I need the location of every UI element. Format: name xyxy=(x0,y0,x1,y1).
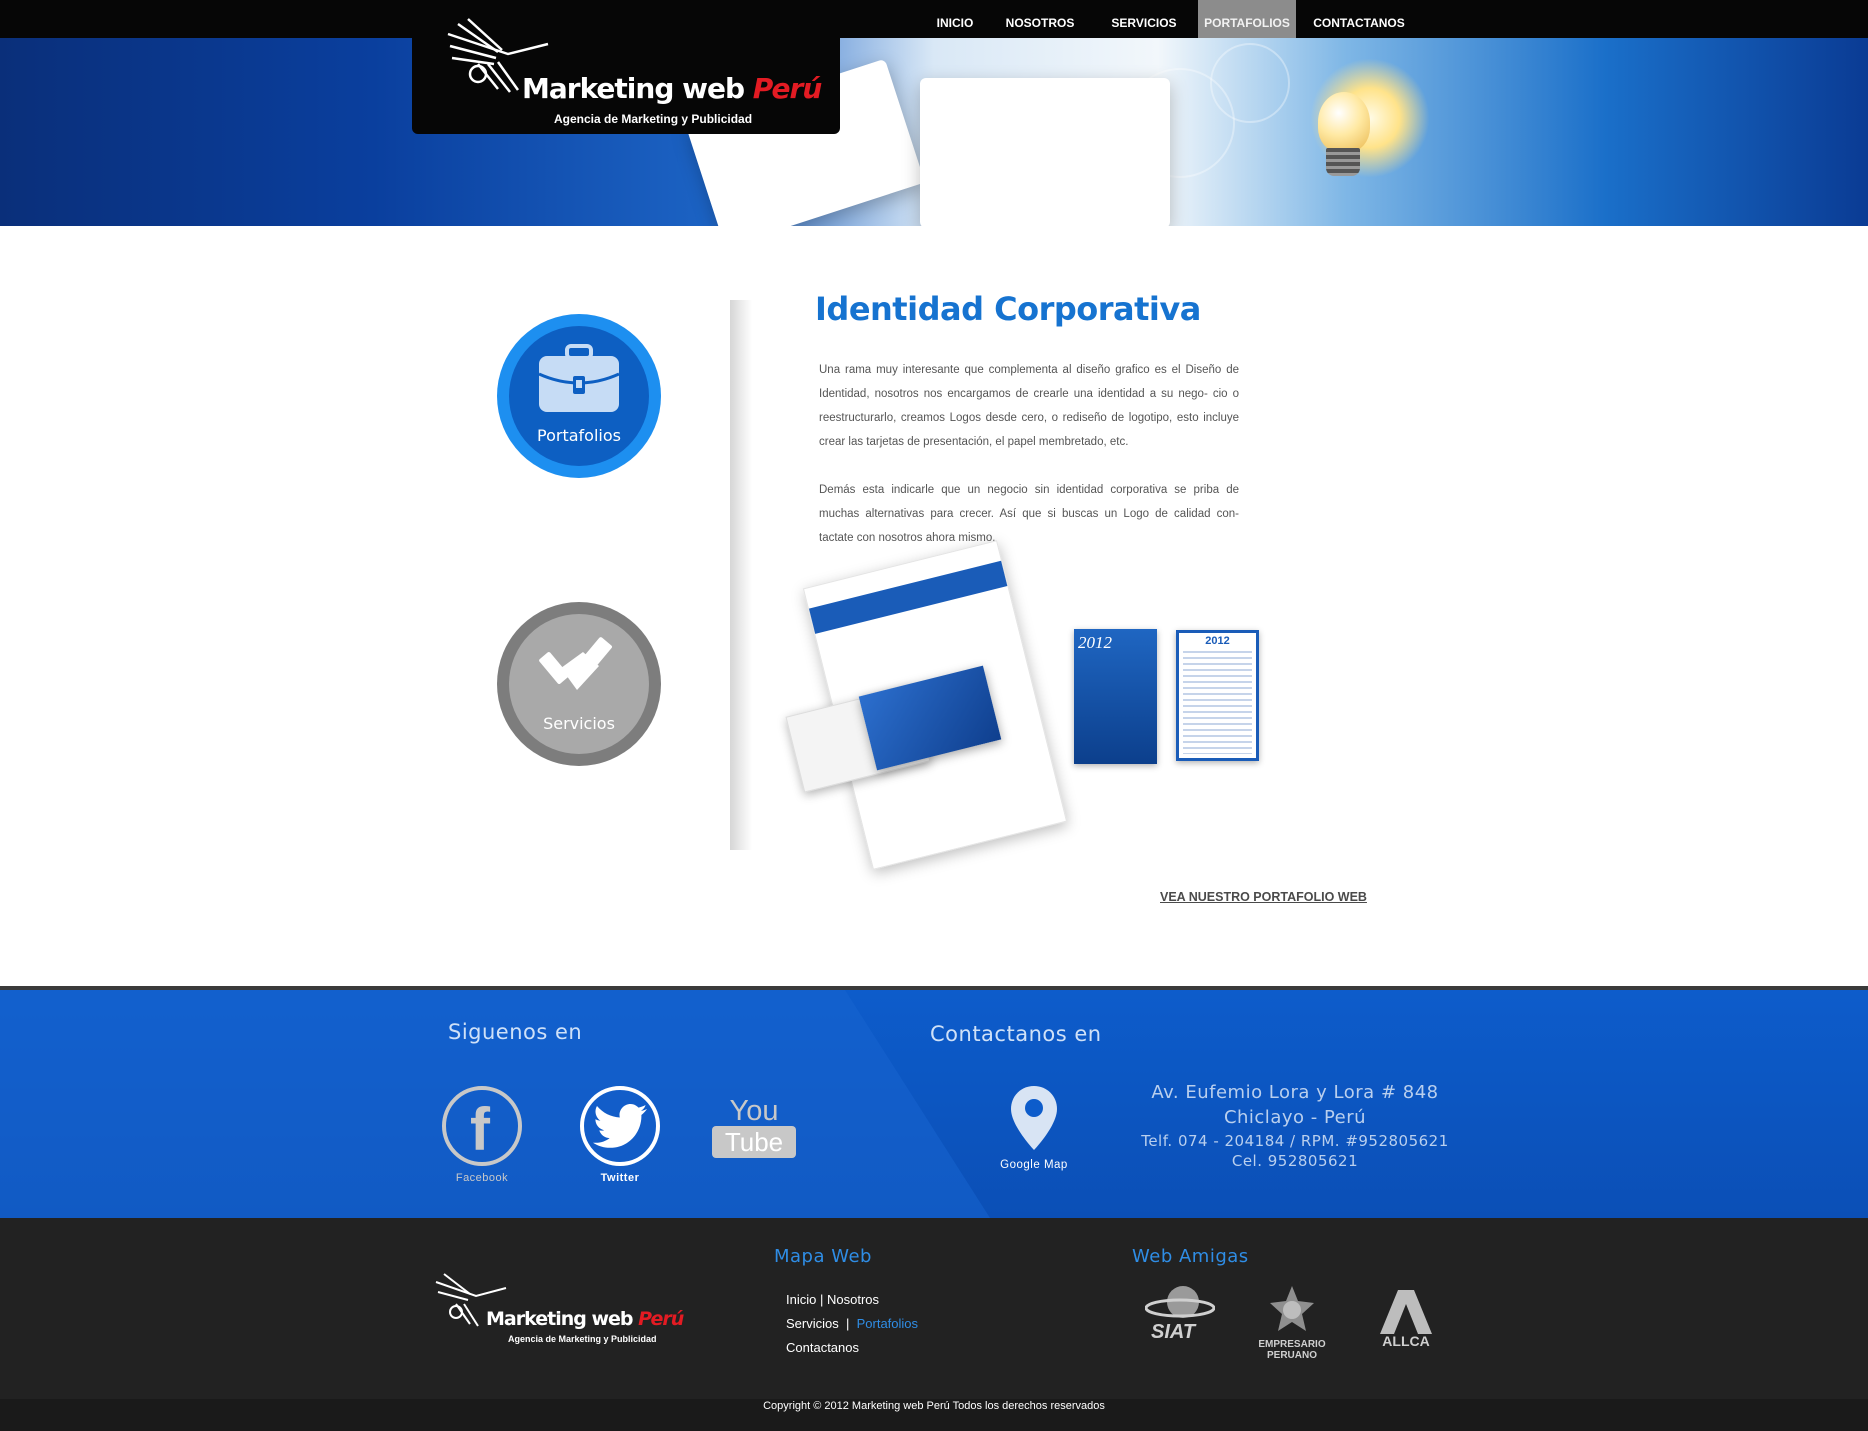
briefcase-icon xyxy=(538,344,620,412)
site-logo[interactable]: Marketing web Perú Agencia de Marketing … xyxy=(412,0,840,134)
twitter-bird-glyph xyxy=(593,1104,647,1148)
sitemap-row-1: Inicio | Nosotros xyxy=(786,1288,918,1312)
friend-empresario-link[interactable]: EMPRESARIO PERUANO xyxy=(1252,1284,1332,1361)
main-nav: INICIO NOSOTROS SERVICIOS PORTAFOLIOS CO… xyxy=(920,0,1422,38)
services-circle-button[interactable]: Servicios xyxy=(497,602,661,766)
twitter-label: Twitter xyxy=(600,1172,640,1184)
friend-allca-label: ALLCA xyxy=(1382,1333,1429,1348)
map-pin-icon xyxy=(1011,1086,1057,1150)
contact-footer xyxy=(0,986,1868,1218)
calendar-sample-white: 2012 xyxy=(1176,630,1259,761)
lightbulb-icon xyxy=(1318,92,1370,152)
twitter-link[interactable]: Twitter xyxy=(578,1086,662,1184)
logo-wordmark: Marketing web Perú xyxy=(522,72,823,105)
youtube-link[interactable]: You Tube xyxy=(712,1096,796,1158)
facebook-link[interactable]: f Facebook xyxy=(440,1086,524,1184)
address-line-1: Av. Eufemio Lora y Lora # 848 xyxy=(1151,1082,1439,1103)
google-map-label: Google Map xyxy=(1000,1159,1068,1171)
address-line-2: Chiclayo - Perú xyxy=(1223,1107,1367,1128)
letterhead-graphic xyxy=(920,78,1170,226)
allca-logo-icon: ALLCA xyxy=(1380,1290,1432,1349)
youtube-icon-you: You xyxy=(729,1095,779,1127)
sitemap-links: Inicio | Nosotros Servicios | Portafolio… xyxy=(786,1288,918,1360)
friend-allca-link[interactable]: ALLCA xyxy=(1374,1288,1438,1353)
footer-brand-main: Marketing web xyxy=(486,1308,639,1330)
footer-logo-wordmark: Marketing web Perú xyxy=(486,1308,684,1330)
portfolio-circle-button[interactable]: Portafolios xyxy=(497,314,661,478)
sitemap-contactanos[interactable]: Contactanos xyxy=(786,1340,859,1355)
nav-nosotros[interactable]: NOSOTROS xyxy=(990,0,1090,38)
phone-line: Telf. 074 - 204184 / RPM. #952805621 xyxy=(1141,1132,1449,1150)
calendar-year: 2012 xyxy=(1078,633,1112,652)
friend-siat-link[interactable]: SIAT xyxy=(1142,1282,1218,1345)
services-circle-label: Servicios xyxy=(543,714,615,733)
secondary-paragraph: Demás esta indicarle que un negocio sin … xyxy=(819,484,1239,544)
portfolio-web-link[interactable]: VEA NUESTRO PORTAFOLIO WEB xyxy=(1160,890,1367,904)
calendar-grid xyxy=(1183,651,1252,754)
friend-empresario-label: EMPRESARIO PERUANO xyxy=(1258,1339,1326,1361)
contact-address-block: Av. Eufemio Lora y Lora # 848 Chiclayo -… xyxy=(1120,1082,1470,1170)
sitemap-title: Mapa Web xyxy=(774,1246,872,1267)
logo-brand-accent: Perú xyxy=(752,72,823,105)
sitemap-separator: | xyxy=(819,1292,824,1307)
calendar-year: 2012 xyxy=(1205,635,1230,647)
nav-portafolios[interactable]: PORTAFOLIOS xyxy=(1198,0,1296,38)
site-footer: Marketing web Perú Agencia de Marketing … xyxy=(0,1218,1868,1399)
social-heading: Siguenos en xyxy=(448,1020,583,1044)
footer-logo-tagline: Agencia de Marketing y Publicidad xyxy=(508,1334,657,1344)
friends-title: Web Amigas xyxy=(1132,1246,1249,1267)
content-divider xyxy=(730,300,752,850)
sitemap-row-3: Contactanos xyxy=(786,1336,918,1360)
youtube-icon-tube: Tube xyxy=(712,1126,796,1158)
copyright-bar: Copyright © 2012 Marketing web Perú Todo… xyxy=(0,1399,1868,1431)
nav-servicios[interactable]: SERVICIOS xyxy=(1090,0,1198,38)
nav-inicio[interactable]: INICIO xyxy=(920,0,990,38)
logo-tagline: Agencia de Marketing y Publicidad xyxy=(554,112,753,126)
page: INICIO NOSOTROS SERVICIOS PORTAFOLIOS CO… xyxy=(0,0,1868,1431)
sitemap-separator: | xyxy=(845,1316,850,1331)
sitemap-inicio[interactable]: Inicio xyxy=(786,1292,816,1307)
handshake-icon xyxy=(539,637,612,690)
calendar-sample-blue: 2012 xyxy=(1074,629,1157,764)
facebook-icon: f xyxy=(442,1086,522,1166)
letterhead-header-band xyxy=(808,560,1008,634)
cell-line: Cel. 952805621 xyxy=(1231,1152,1359,1170)
twitter-icon xyxy=(580,1086,660,1166)
sitemap-row-2: Servicios | Portafolios xyxy=(786,1312,918,1336)
top-bar: INICIO NOSOTROS SERVICIOS PORTAFOLIOS CO… xyxy=(0,0,1868,38)
facebook-label: Facebook xyxy=(455,1172,509,1184)
footer-brand-accent: Perú xyxy=(638,1308,684,1330)
nav-contactanos[interactable]: CONTACTANOS xyxy=(1296,0,1422,38)
sitemap-portafolios[interactable]: Portafolios xyxy=(857,1316,918,1331)
portfolio-circle-label: Portafolios xyxy=(537,426,621,445)
decor-ring xyxy=(1210,43,1290,123)
friend-siat-label: SIAT xyxy=(1151,1321,1197,1340)
intro-paragraph: Una rama muy interesante que complementa… xyxy=(819,364,1239,448)
copyright-text: Copyright © 2012 Marketing web Perú Todo… xyxy=(763,1400,1105,1412)
bulb-base xyxy=(1326,148,1360,176)
sitemap-servicios[interactable]: Servicios xyxy=(786,1316,839,1331)
siat-globe-icon: SIAT xyxy=(1144,1286,1216,1343)
contact-heading: Contactanos en xyxy=(930,1022,1102,1046)
hero-banner xyxy=(0,38,1868,226)
footer-logo[interactable]: Marketing web Perú Agencia de Marketing … xyxy=(430,1268,684,1344)
sitemap-nosotros[interactable]: Nosotros xyxy=(827,1292,879,1307)
page-title: Identidad Corporativa xyxy=(815,290,1201,328)
empresario-star-icon xyxy=(1270,1286,1314,1331)
logo-brand-main: Marketing web xyxy=(522,72,753,105)
google-map-link[interactable]: Google Map xyxy=(986,1086,1082,1171)
